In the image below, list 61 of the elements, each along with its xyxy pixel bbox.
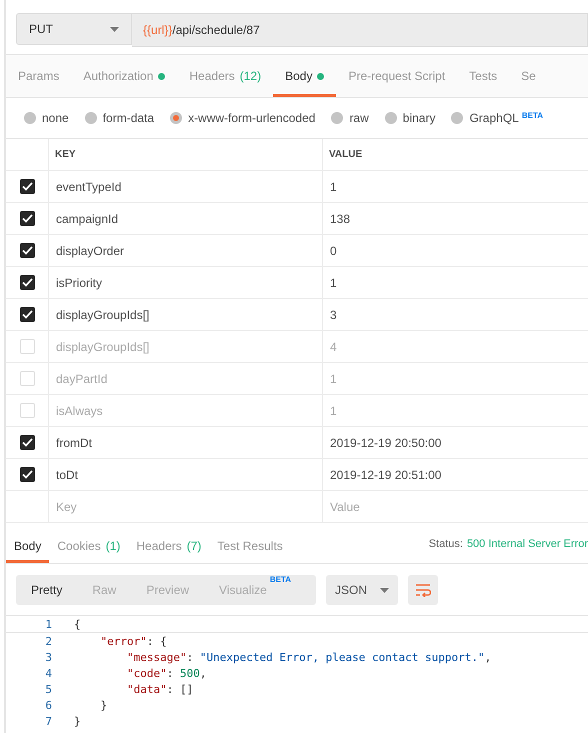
row-checkbox[interactable] (20, 211, 34, 226)
row-checkbox[interactable] (20, 243, 34, 258)
method-select[interactable]: PUT (16, 13, 132, 45)
line-number: 7 (44, 714, 53, 728)
caret-icon (110, 26, 119, 32)
key-cell: eventTypeId (48, 171, 322, 202)
line-number: 6 (44, 698, 53, 712)
code-line: } (99, 698, 108, 712)
code-line: "message": "Unexpected Error, please contact support.", (126, 650, 492, 664)
key-cell: fromDt (48, 427, 322, 458)
body-type-radio[interactable]: raw (331, 111, 369, 125)
code-line: { (74, 618, 81, 630)
line-number: 5 (44, 682, 53, 696)
key-cell: isPriority (48, 267, 322, 298)
view-mode-button[interactable]: Pretty (16, 575, 78, 605)
request-tab[interactable]: Body (273, 55, 336, 97)
wrap-lines-button[interactable] (408, 575, 438, 605)
column-header: VALUE (322, 139, 588, 170)
caret-icon (380, 588, 389, 592)
value-cell: 1 (322, 171, 588, 202)
line-number: 1 (44, 618, 53, 630)
body-type-radio[interactable]: none (24, 111, 69, 125)
row-checkbox[interactable] (20, 467, 34, 482)
value-cell: 1 (322, 395, 588, 426)
format-select[interactable]: JSON (326, 575, 398, 605)
value-cell: 2019-12-19 20:50:00 (322, 427, 588, 458)
url-field[interactable]: {{url}}/api/schedule/87 (132, 13, 588, 47)
wrap-lines-icon (415, 583, 431, 597)
status-value: 500 Internal Server Error (466, 538, 588, 550)
value-cell: 1 (322, 267, 588, 298)
code-line: "error": { (99, 634, 167, 648)
key-cell: displayGroupIds[] (48, 331, 322, 362)
body-type-radio[interactable]: form-data (84, 111, 154, 125)
value-cell: 1 (322, 363, 588, 394)
body-type-radio[interactable]: GraphQL $^{BETA}$ (451, 111, 544, 125)
row-checkbox[interactable] (20, 179, 34, 194)
row-checkbox[interactable] (20, 307, 34, 322)
line-number: 3 (44, 650, 53, 664)
code-line: "code": 500, (126, 666, 206, 680)
body-type-radio[interactable]: x-www-form-urlencoded (170, 111, 316, 125)
line-number: 2 (44, 634, 53, 648)
value-cell: 0 (322, 235, 588, 266)
key-cell: displayOrder (48, 235, 322, 266)
key-cell: campaignId (48, 203, 322, 234)
line-number: 4 (44, 666, 53, 680)
key-cell: dayPartId (48, 363, 322, 394)
status-label: Status: (428, 538, 463, 550)
key-cell: displayGroupIds[] (48, 299, 322, 330)
key-cell: toDt (48, 459, 322, 490)
row-checkbox[interactable] (20, 275, 34, 290)
body-type-radio[interactable]: binary (384, 111, 436, 125)
column-header: KEY (48, 139, 322, 170)
value-cell: 2019-12-19 20:51:00 (322, 459, 588, 490)
value-cell: 3 (322, 299, 588, 330)
value-cell: 4 (322, 331, 588, 362)
key-cell: isAlways (48, 395, 322, 426)
row-checkbox[interactable] (20, 435, 34, 450)
code-line: "data": [] (126, 682, 194, 696)
code-line: } (74, 714, 81, 728)
response-tab[interactable]: Body (6, 531, 50, 563)
value-cell: 138 (322, 203, 588, 234)
